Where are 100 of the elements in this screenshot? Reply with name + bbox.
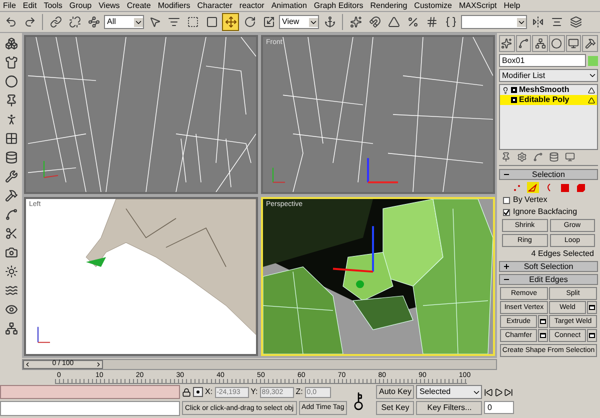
shirt-icon[interactable]: [4, 56, 18, 69]
boxes-icon[interactable]: [4, 37, 18, 50]
tool-button[interactable]: [222, 13, 239, 31]
toggle-icon: [511, 87, 517, 93]
stack-tool-icon[interactable]: [501, 152, 511, 162]
braces-icon: [444, 16, 456, 28]
figure-icon[interactable]: [4, 113, 18, 126]
dropdown[interactable]: View: [279, 15, 319, 29]
curve-icon[interactable]: [4, 208, 18, 221]
auto-key-button[interactable]: Auto Key: [376, 385, 414, 399]
menu-item[interactable]: File: [3, 0, 16, 10]
stack-item[interactable]: Editable Poly: [500, 95, 597, 105]
scissors-icon[interactable]: [4, 227, 18, 240]
stack-item[interactable]: MeshSmooth: [500, 85, 597, 95]
set-key-button[interactable]: Set Key: [376, 401, 414, 415]
menu-item[interactable]: Character: [197, 0, 232, 10]
menu-item[interactable]: Graph Editors: [314, 0, 364, 10]
pin-icon[interactable]: [4, 94, 18, 107]
command-tab[interactable]: [549, 35, 565, 52]
menu-item[interactable]: Customize: [414, 0, 452, 10]
eye-icon[interactable]: [4, 303, 18, 316]
settings-button[interactable]: [587, 301, 597, 314]
play-icon[interactable]: [494, 388, 504, 396]
create-icon: [501, 38, 512, 49]
caret-icon: [517, 18, 526, 26]
network-icon[interactable]: [4, 322, 18, 335]
menu-item[interactable]: reactor: [239, 0, 264, 10]
rotate-icon: [244, 16, 256, 28]
command-tab[interactable]: [499, 35, 515, 52]
color-swatch[interactable]: [588, 56, 598, 66]
menu-item[interactable]: Views: [98, 0, 120, 10]
subobject-button[interactable]: [526, 182, 538, 193]
stack-tool-icon[interactable]: [549, 152, 559, 162]
coordinate-label: Z:: [296, 386, 303, 398]
subobject-button[interactable]: [558, 182, 570, 193]
stack-icon[interactable]: [4, 151, 18, 164]
command-tab[interactable]: [582, 35, 598, 52]
checker-icon[interactable]: [4, 132, 18, 145]
settings-button[interactable]: [587, 329, 597, 342]
command-tab[interactable]: [566, 35, 582, 52]
polygon-icon: [560, 184, 568, 192]
stack-tool-icon[interactable]: [565, 152, 575, 162]
rollout-header[interactable]: Edit Edges: [499, 274, 598, 285]
dropdown[interactable]: [461, 15, 527, 29]
skip-back-icon[interactable]: [484, 388, 494, 396]
square-icon: [206, 16, 218, 28]
coordinate-label: Y:: [250, 386, 258, 398]
window-icon: [540, 333, 546, 338]
mirror-icon: [532, 16, 544, 28]
key-mode-dropdown[interactable]: Selected: [416, 385, 482, 399]
nodes-icon: [88, 16, 100, 28]
absolute-mode-icon[interactable]: [193, 387, 203, 397]
frame-field[interactable]: 0: [484, 401, 514, 414]
light-icon[interactable]: [4, 265, 18, 278]
command-tab[interactable]: [532, 35, 548, 52]
sphere-icon[interactable]: [4, 75, 18, 88]
menu-item[interactable]: Rendering: [370, 0, 408, 10]
subobject-button[interactable]: [574, 182, 586, 193]
menu-item[interactable]: Modifiers: [158, 0, 190, 10]
menu-item[interactable]: Edit: [22, 0, 37, 10]
menu-item[interactable]: MAXScript: [458, 0, 497, 10]
caret-icon: [309, 18, 318, 26]
command-tab[interactable]: [516, 35, 532, 52]
motion-icon: [551, 38, 562, 49]
window-icon: [589, 333, 595, 338]
minus-icon: [504, 172, 509, 177]
waves-icon[interactable]: [4, 284, 18, 297]
script-listener-field[interactable]: [0, 385, 180, 399]
rollout-header[interactable]: Selection: [499, 169, 598, 180]
checkbox[interactable]: [503, 196, 510, 204]
menu-item[interactable]: Group: [69, 0, 92, 10]
camera-icon[interactable]: [4, 246, 18, 259]
menu-item[interactable]: Tools: [44, 0, 62, 10]
script-input-field[interactable]: [0, 401, 180, 416]
dropdown[interactable]: All: [104, 15, 144, 29]
percent-icon: [406, 16, 418, 28]
key-filters-button[interactable]: Key Filters...: [416, 401, 482, 415]
window-icon: [540, 319, 546, 324]
menu-item[interactable]: Help: [504, 0, 520, 10]
caret-icon: [134, 18, 143, 26]
lock-icon[interactable]: [182, 388, 191, 396]
wrench-icon[interactable]: [4, 170, 18, 183]
menu-item[interactable]: Create: [126, 0, 151, 10]
settings-button[interactable]: [538, 315, 548, 328]
modifier-list-dropdown[interactable]: Modifier List: [499, 69, 598, 82]
checkbox-label: By Vertex: [513, 195, 548, 205]
skip-forward-icon[interactable]: [504, 388, 514, 396]
pointer-icon: [148, 16, 160, 28]
settings-button[interactable]: [538, 329, 548, 342]
border-icon: [544, 183, 552, 192]
rollout-header[interactable]: Soft Selection: [499, 261, 598, 272]
hammer-icon[interactable]: [4, 189, 18, 202]
stack-tool-icon[interactable]: [533, 152, 543, 162]
menu-item[interactable]: Animation: [271, 0, 307, 10]
object-name-field[interactable]: Box01: [499, 54, 586, 67]
sparkle-icon: [350, 16, 362, 28]
checkbox[interactable]: [503, 208, 510, 216]
bulb-icon: [502, 86, 509, 94]
stack-tool-icon[interactable]: [517, 152, 527, 162]
scale-icon: [262, 16, 274, 28]
